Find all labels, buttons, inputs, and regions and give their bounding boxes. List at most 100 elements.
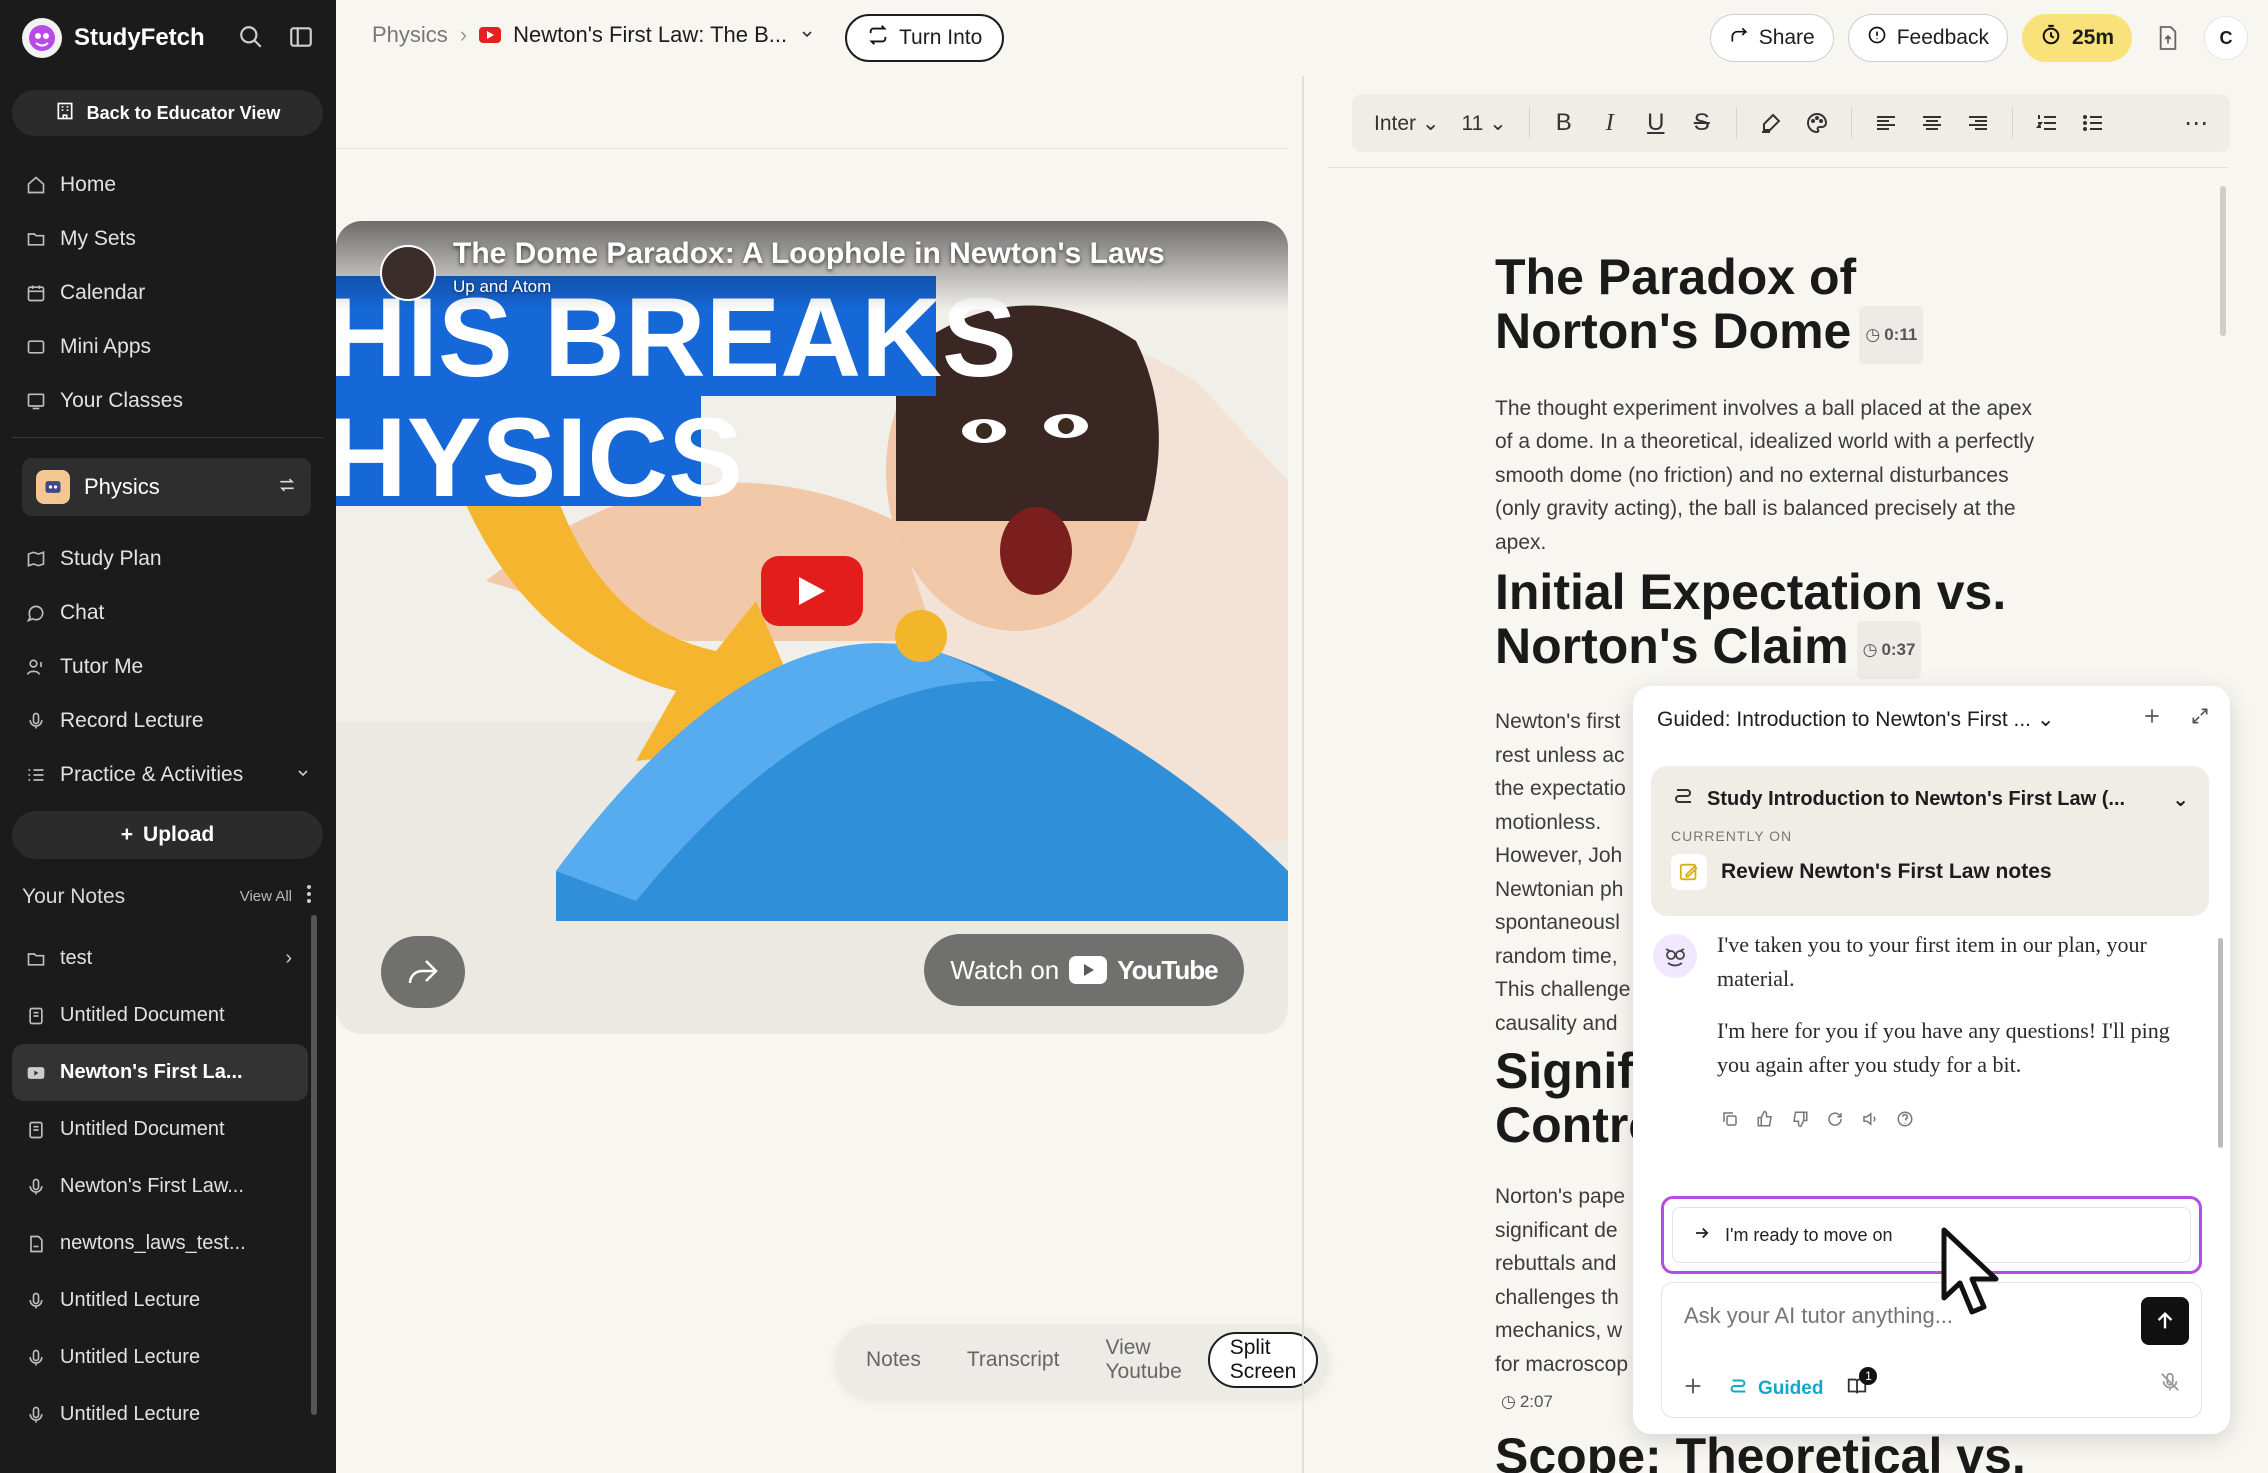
chat-composer: Guided 1 bbox=[1661, 1282, 2202, 1418]
more-vertical-icon[interactable] bbox=[306, 884, 312, 909]
note-item-active[interactable]: Newton's First La... bbox=[12, 1044, 308, 1101]
nav-mini-apps[interactable]: Mini Apps bbox=[12, 320, 323, 374]
tab-view-youtube[interactable]: View Youtube bbox=[1085, 1332, 1201, 1388]
align-center-icon[interactable] bbox=[1920, 111, 1944, 135]
highlighter-icon[interactable] bbox=[1759, 111, 1783, 135]
expand-icon[interactable] bbox=[2190, 706, 2210, 732]
notes-list: test › Untitled Document Newton's First L… bbox=[12, 930, 308, 1443]
bulleted-list-icon[interactable] bbox=[2081, 111, 2105, 135]
sidebar-toggle-icon[interactable] bbox=[288, 24, 314, 55]
thumbs-up-icon[interactable] bbox=[1756, 1110, 1774, 1133]
align-right-icon[interactable] bbox=[1966, 111, 1990, 135]
strikethrough-icon[interactable]: S bbox=[1690, 109, 1714, 137]
copy-icon[interactable] bbox=[1721, 1110, 1739, 1133]
chat-scrollbar[interactable] bbox=[2218, 938, 2223, 1148]
note-item[interactable]: Untitled Lecture bbox=[12, 1386, 308, 1443]
font-size-select[interactable]: 11 ⌄ bbox=[1461, 111, 1506, 136]
chevron-right-icon[interactable]: › bbox=[285, 947, 292, 970]
nav-home[interactable]: Home bbox=[12, 158, 323, 212]
upload-button[interactable]: + Upload bbox=[12, 811, 323, 859]
educator-button-label: Back to Educator View bbox=[86, 102, 281, 123]
doc-scrollbar[interactable] bbox=[2220, 186, 2226, 336]
tab-transcript[interactable]: Transcript bbox=[947, 1332, 1080, 1388]
more-horizontal-icon[interactable]: ⋯ bbox=[2184, 109, 2208, 138]
nav-tutor-me[interactable]: Tutor Me bbox=[12, 640, 323, 694]
note-label: Untitled Lecture bbox=[60, 1346, 201, 1368]
section-heading: Scope: Theoretical vs. bbox=[1495, 1427, 2026, 1473]
chevron-down-icon[interactable]: ⌄ bbox=[2172, 787, 2189, 812]
tab-notes[interactable]: Notes bbox=[846, 1332, 941, 1388]
calendar-icon bbox=[26, 283, 46, 303]
numbered-list-icon[interactable] bbox=[2035, 111, 2059, 135]
align-left-icon[interactable] bbox=[1874, 111, 1898, 135]
note-item[interactable]: Untitled Document bbox=[12, 1101, 308, 1158]
thumbs-down-icon[interactable] bbox=[1791, 1110, 1809, 1133]
chat-input[interactable] bbox=[1684, 1303, 2104, 1329]
speaker-icon[interactable] bbox=[1861, 1110, 1879, 1133]
nav-practice-activities[interactable]: Practice & Activities bbox=[12, 748, 323, 802]
underline-icon[interactable]: U bbox=[1644, 109, 1668, 137]
italic-icon[interactable]: I bbox=[1598, 110, 1622, 137]
export-icon[interactable] bbox=[2146, 25, 2190, 51]
feedback-button[interactable]: Feedback bbox=[1847, 14, 2008, 62]
sidebar-scrollbar[interactable] bbox=[311, 915, 317, 1415]
nav-chat[interactable]: Chat bbox=[12, 586, 323, 640]
note-item[interactable]: newtons_laws_test... bbox=[12, 1215, 308, 1272]
search-icon[interactable] bbox=[238, 24, 264, 55]
note-item[interactable]: Untitled Document bbox=[12, 987, 308, 1044]
note-item[interactable]: Newton's First Law... bbox=[12, 1158, 308, 1215]
video-share-button[interactable] bbox=[381, 936, 465, 1008]
tutor-icon bbox=[26, 657, 46, 677]
share-button[interactable]: Share bbox=[1709, 14, 1834, 62]
play-button[interactable] bbox=[761, 556, 863, 626]
youtube-player[interactable]: HIS BREAKS HYSICS The Dome Paradox: A Lo… bbox=[336, 221, 1288, 1034]
note-item[interactable]: Untitled Lecture bbox=[12, 1329, 308, 1386]
divider bbox=[1528, 107, 1530, 139]
chevron-down-icon[interactable] bbox=[295, 763, 311, 787]
palette-icon[interactable] bbox=[1805, 111, 1829, 135]
nav-my-sets[interactable]: My Sets bbox=[12, 212, 323, 266]
brand-name: StudyFetch bbox=[74, 24, 205, 51]
class-switcher[interactable]: Physics bbox=[22, 458, 311, 516]
note-item-folder[interactable]: test › bbox=[12, 930, 308, 987]
suggestion-button[interactable]: I'm ready to move on bbox=[1672, 1207, 2191, 1263]
pane-splitter[interactable] bbox=[1302, 76, 1304, 1473]
timestamp-link[interactable]: ◷ 0:37 bbox=[1856, 621, 1922, 680]
watch-on-youtube-button[interactable]: Watch on YouTube bbox=[924, 934, 1244, 1006]
video-title[interactable]: The Dome Paradox: A Loophole in Newton's… bbox=[453, 237, 1165, 271]
user-avatar[interactable]: C bbox=[2204, 16, 2248, 60]
mic-icon bbox=[26, 1177, 46, 1197]
nav-record-lecture[interactable]: Record Lecture bbox=[12, 694, 323, 748]
swap-icon[interactable] bbox=[277, 475, 297, 500]
channel-avatar[interactable] bbox=[380, 245, 436, 301]
sources-button[interactable]: 1 bbox=[1845, 1367, 1878, 1403]
nav-your-classes[interactable]: Your Classes bbox=[12, 374, 323, 428]
breadcrumb-root[interactable]: Physics bbox=[372, 22, 448, 48]
turn-into-button[interactable]: Turn Into bbox=[845, 14, 1005, 62]
plus-icon: + bbox=[120, 823, 134, 846]
bold-icon[interactable]: B bbox=[1552, 109, 1576, 137]
breadcrumb-current[interactable]: Newton's First Law: The B... bbox=[513, 22, 787, 48]
chat-session-select[interactable]: Guided: Introduction to Newton's First .… bbox=[1657, 707, 2112, 732]
brand[interactable]: StudyFetch bbox=[22, 18, 205, 58]
view-all-link[interactable]: View All bbox=[240, 888, 292, 905]
timestamp-link[interactable]: ◷ 0:11 bbox=[1859, 305, 1924, 364]
timestamp-link[interactable]: ◷ 2:07 bbox=[1495, 1383, 1559, 1421]
regenerate-icon[interactable] bbox=[1826, 1110, 1844, 1133]
back-to-educator-button[interactable]: Back to Educator View bbox=[12, 90, 323, 136]
mic-off-icon[interactable] bbox=[2159, 1370, 2181, 1399]
note-item[interactable]: Untitled Lecture bbox=[12, 1272, 308, 1329]
current-plan-item[interactable]: Review Newton's First Law notes bbox=[1721, 860, 2052, 884]
font-select[interactable]: Inter ⌄ bbox=[1374, 111, 1439, 136]
video-channel[interactable]: Up and Atom bbox=[453, 277, 551, 297]
send-button[interactable] bbox=[2141, 1297, 2189, 1345]
chevron-down-icon[interactable] bbox=[799, 22, 815, 48]
study-timer[interactable]: 25m bbox=[2021, 14, 2132, 62]
new-chat-icon[interactable] bbox=[2142, 706, 2162, 732]
add-attachment-icon[interactable] bbox=[1682, 1375, 1704, 1403]
guided-mode-toggle[interactable]: Guided bbox=[1726, 1375, 1823, 1403]
help-icon[interactable] bbox=[1896, 1110, 1914, 1133]
nav-study-plan[interactable]: Study Plan bbox=[12, 532, 323, 586]
study-plan-card[interactable]: Study Introduction to Newton's First Law… bbox=[1651, 766, 2209, 916]
nav-calendar[interactable]: Calendar bbox=[12, 266, 323, 320]
